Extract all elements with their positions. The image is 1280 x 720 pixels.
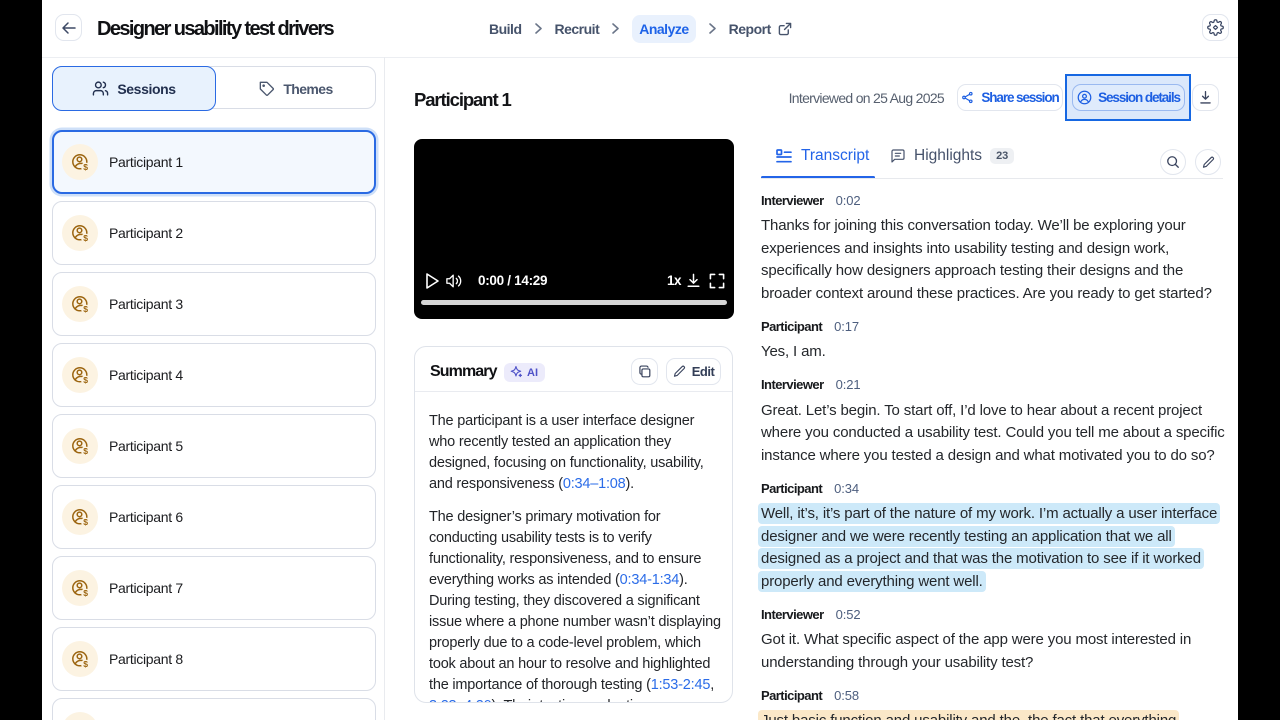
svg-text:$: $ bbox=[83, 588, 88, 598]
svg-text:$: $ bbox=[83, 659, 88, 669]
svg-text:$: $ bbox=[83, 517, 88, 527]
svg-text:$: $ bbox=[83, 446, 88, 456]
svg-text:$: $ bbox=[83, 304, 88, 314]
svg-text:$: $ bbox=[83, 233, 88, 243]
svg-text:$: $ bbox=[83, 375, 88, 385]
svg-text:$: $ bbox=[83, 162, 88, 172]
